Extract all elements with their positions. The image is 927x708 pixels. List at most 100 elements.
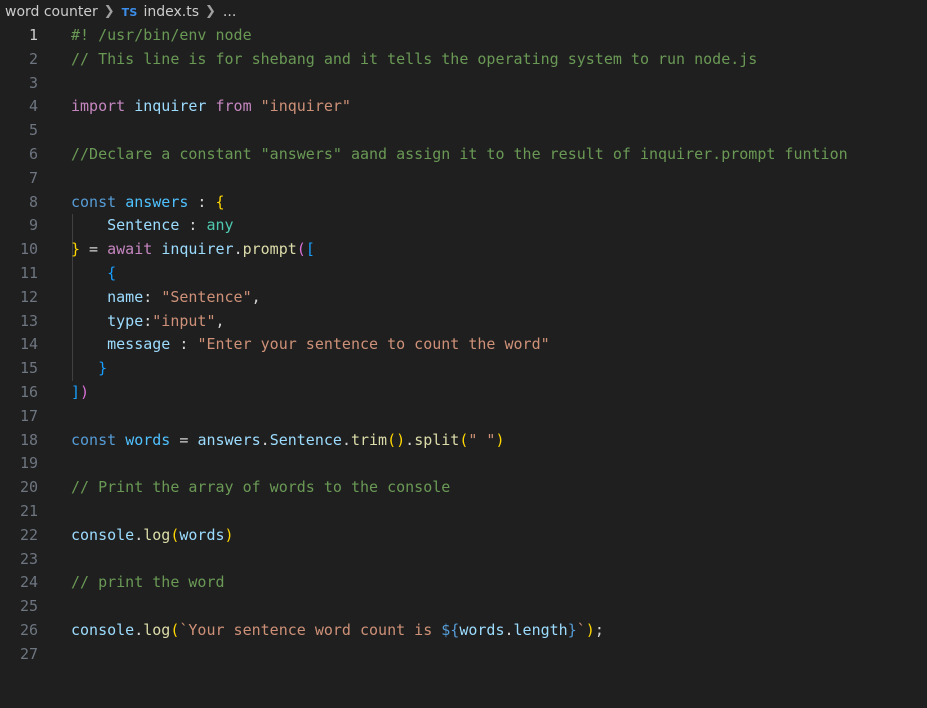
code-line[interactable]: 23 xyxy=(0,548,927,572)
line-number: 1 xyxy=(28,26,38,44)
line-text: console.log(`Your sentence word count is… xyxy=(71,619,604,643)
line-number: 20 xyxy=(19,478,38,497)
code-token: "Enter your sentence to count the word" xyxy=(197,335,550,354)
code-token: . xyxy=(233,240,243,259)
code-token: import xyxy=(71,97,126,116)
code-line[interactable]: 1 #! /usr/bin/env node xyxy=(0,24,927,48)
line-number: 27 xyxy=(19,644,38,663)
line-number: 18 xyxy=(19,430,38,449)
code-line[interactable]: 15 } xyxy=(0,357,927,381)
code-token: { xyxy=(215,192,225,211)
code-line[interactable]: 27 xyxy=(0,643,927,667)
code-token: ) xyxy=(495,430,505,449)
line-text: type:"input", xyxy=(71,310,224,334)
chevron-right-icon: ❯ xyxy=(205,3,216,19)
breadcrumb-symbols[interactable]: ... xyxy=(223,4,236,20)
code-token: [ xyxy=(305,240,315,259)
code-line[interactable]: 3 xyxy=(0,72,927,96)
code-token: . xyxy=(134,525,144,544)
code-token: , xyxy=(251,287,261,306)
code-token: prompt xyxy=(242,240,297,259)
line-number: 10 xyxy=(19,240,38,259)
code-token: ) xyxy=(80,382,90,401)
code-line[interactable]: 13 type:"input", xyxy=(0,310,927,334)
line-number: 16 xyxy=(19,382,38,401)
code-token: " " xyxy=(468,430,496,449)
line-number: 7 xyxy=(28,168,38,187)
code-token: ) xyxy=(224,525,234,544)
code-token: console xyxy=(71,620,135,639)
code-token: // Print the array of words to the conso… xyxy=(71,478,451,497)
code-line[interactable]: 26 console.log(`Your sentence word count … xyxy=(0,619,927,643)
code-token: ${ xyxy=(441,620,460,639)
code-token: // This line is for shebang and it tells… xyxy=(71,49,758,68)
line-number: 6 xyxy=(28,144,38,163)
code-token: #! /usr/bin/env node xyxy=(71,26,252,44)
code-token: } xyxy=(71,240,81,259)
line-number: 15 xyxy=(19,359,38,378)
chevron-right-icon: ❯ xyxy=(103,3,115,19)
code-token: ] xyxy=(71,382,81,401)
code-line[interactable]: 20 // Print the array of words to the con… xyxy=(0,476,927,500)
code-line[interactable]: 24 // print the word xyxy=(0,571,927,595)
code-token: Sentence xyxy=(269,430,342,449)
code-token: // print the word xyxy=(71,573,225,592)
code-token: . xyxy=(504,620,514,639)
code-line[interactable]: 10} = await inquirer.prompt([ xyxy=(0,238,927,262)
code-token: answers xyxy=(197,430,261,449)
line-number: 13 xyxy=(19,311,38,330)
code-line[interactable]: 2 // This line is for shebang and it tell… xyxy=(0,48,927,72)
code-line[interactable]: 11 { xyxy=(0,262,927,286)
code-token: ( xyxy=(296,240,306,259)
code-line[interactable]: 21 xyxy=(0,500,927,524)
breadcrumb-file[interactable]: index.ts xyxy=(143,4,199,20)
code-line[interactable]: 8 const answers : { xyxy=(0,191,927,215)
code-line[interactable]: 19 xyxy=(0,452,927,476)
line-text: // This line is for shebang and it tells… xyxy=(71,48,757,72)
line-number: 19 xyxy=(19,454,38,473)
code-token: . xyxy=(341,430,351,449)
line-number: 26 xyxy=(19,620,38,639)
code-line[interactable]: 25 xyxy=(0,595,927,619)
line-number: 5 xyxy=(28,121,38,140)
code-token: any xyxy=(206,216,234,235)
line-text: const words = answers.Sentence.trim().sp… xyxy=(71,429,505,453)
code-token: () xyxy=(387,430,406,449)
code-line[interactable]: 14 message : "Enter your sentence to cou… xyxy=(0,333,927,357)
code-token: . xyxy=(260,430,270,449)
code-token: { xyxy=(107,263,117,282)
code-line[interactable]: 18 const words = answers.Sentence.trim().… xyxy=(0,429,927,453)
line-text: import inquirer from "inquirer" xyxy=(71,95,351,119)
code-token: const xyxy=(71,192,117,211)
code-token: = xyxy=(170,430,198,449)
code-token: inquirer xyxy=(134,97,207,116)
code-token: words xyxy=(179,525,225,544)
code-line[interactable]: 9 Sentence : any xyxy=(0,214,927,238)
code-line[interactable]: 6 //Declare a constant "answers" aand ass… xyxy=(0,143,927,167)
code-line[interactable]: 22 console.log(words) xyxy=(0,524,927,548)
code-editor[interactable]: word counter ❯ TS index.ts ❯ ... 1 #! /us… xyxy=(0,0,927,708)
code-line[interactable]: 7 xyxy=(0,167,927,191)
code-area[interactable]: 1 #! /usr/bin/env node 2 // This line is fo… xyxy=(0,24,927,667)
line-number: 2 xyxy=(28,49,38,68)
code-token: const xyxy=(71,430,117,449)
code-token: trim xyxy=(350,430,388,449)
code-token: : xyxy=(179,216,207,235)
code-token: type xyxy=(107,311,144,330)
code-token: answers xyxy=(125,192,189,211)
code-line[interactable]: 4 import inquirer from "inquirer" xyxy=(0,95,927,119)
code-line[interactable]: 12 name: "Sentence", xyxy=(0,286,927,310)
breadcrumb-folder[interactable]: word counter xyxy=(5,4,98,20)
code-token: await xyxy=(107,240,153,259)
code-token: ; xyxy=(594,620,604,639)
code-token: message xyxy=(107,335,171,354)
breadcrumb: word counter ❯ TS index.ts ❯ ... xyxy=(0,0,927,24)
code-line[interactable]: 5 xyxy=(0,119,927,143)
code-line[interactable]: 16]) xyxy=(0,381,927,405)
code-line[interactable]: 17 xyxy=(0,405,927,429)
